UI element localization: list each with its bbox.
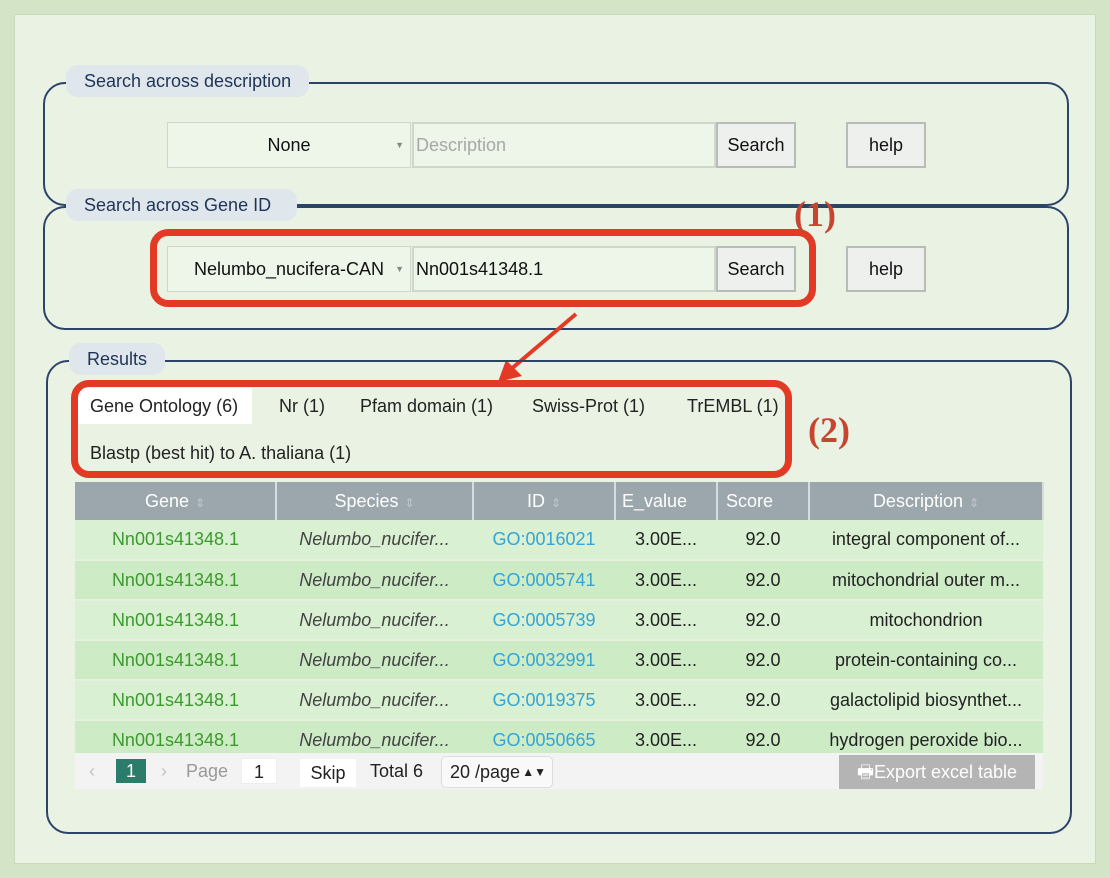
gene-id-help-button[interactable]: help [846,246,926,292]
export-label: Export excel table [873,762,1018,782]
species-cell: Nelumbo_nucifer... [276,520,473,561]
go-id-link[interactable]: GO:0019375 [473,680,615,721]
results-legend: Results [69,343,166,375]
species-cell: Nelumbo_nucifer... [276,560,473,601]
total-count: Total 6 [370,761,424,781]
skip-button[interactable]: Skip [300,759,356,787]
sort-icon: ⇕ [550,495,562,510]
column-header-species[interactable]: Species ⇕ [276,482,474,520]
updown-caret-icon: ▲▼ [522,765,546,779]
per-page-value: 20 /page [450,762,521,782]
sort-icon: ⇕ [404,495,415,510]
score-cell: 92.0 [717,600,809,641]
species-cell: Nelumbo_nucifer... [276,600,473,641]
evalue-cell: 3.00E... [615,560,717,601]
page-label: Page [186,761,229,781]
score-cell: 92.0 [717,520,809,561]
annotation-label-2: (2) [808,410,850,450]
evalue-cell: 3.00E... [615,640,717,681]
evalue-cell: 3.00E... [615,600,717,641]
column-header-id[interactable]: ID ⇕ [473,482,616,520]
description-cell: mitochondrial outer m... [809,560,1043,601]
description-field-select-value: None [267,135,311,155]
gene-link[interactable]: Nn001s41348.1 [75,560,276,601]
description-search-button[interactable]: Search [716,122,796,168]
evalue-cell: 3.00E... [615,520,717,561]
pagination-bar: ‹ 1 › Page 1 Skip Total 6 20 /page ▲▼ 🖶E… [75,753,1043,789]
go-id-link[interactable]: GO:0016021 [473,520,615,561]
gene-id-search-legend: Search across Gene ID [66,189,298,221]
gene-link[interactable]: Nn001s41348.1 [75,600,276,641]
table-row: Nn001s41348.1 Nelumbo_nucifer... GO:0019… [75,680,1043,721]
description-field-select[interactable]: None ▼ [167,122,411,168]
description-input[interactable]: Description [412,122,716,168]
highlight-box-tabs [71,380,792,478]
column-header-description[interactable]: Description ⇕ [809,482,1044,520]
table-row: Nn001s41348.1 Nelumbo_nucifer... GO:0005… [75,600,1043,641]
go-id-link[interactable]: GO:0005739 [473,600,615,641]
species-cell: Nelumbo_nucifer... [276,680,473,721]
print-icon: 🖶 [856,762,874,782]
table-header-row: Gene ⇕ Species ⇕ ID ⇕ E_value Score Descrip… [75,482,1044,520]
score-cell: 92.0 [717,640,809,681]
column-header-gene[interactable]: Gene ⇕ [75,482,277,520]
annotation-label-1: (1) [794,194,836,234]
score-cell: 92.0 [717,680,809,721]
go-id-link[interactable]: GO:0005741 [473,560,615,601]
go-id-link[interactable]: GO:0032991 [473,640,615,681]
table-row: Nn001s41348.1 Nelumbo_nucifer... GO:0005… [75,560,1043,601]
caret-down-icon: ▼ [395,140,404,150]
next-page-icon[interactable]: › [161,753,167,789]
species-cell: Nelumbo_nucifer... [276,640,473,681]
page-number-input[interactable]: 1 [241,758,277,784]
highlight-box-search [150,229,816,307]
current-page-button[interactable]: 1 [116,759,146,783]
description-cell: integral component of... [809,520,1043,561]
prev-page-icon[interactable]: ‹ [89,753,95,789]
sort-icon: ⇕ [194,495,206,510]
description-cell: galactolipid biosynthet... [809,680,1043,721]
table-row: Nn001s41348.1 Nelumbo_nucifer... GO:0032… [75,640,1043,681]
description-cell: mitochondrion [809,600,1043,641]
gene-link[interactable]: Nn001s41348.1 [75,520,276,561]
per-page-select[interactable]: 20 /page ▲▼ [441,756,553,788]
export-excel-button[interactable]: 🖶Export excel table [839,755,1035,789]
score-cell: 92.0 [717,560,809,601]
table-row: Nn001s41348.1 Nelumbo_nucifer... GO:0016… [75,520,1043,561]
column-header-evalue[interactable]: E_value [615,482,718,520]
sort-icon: ⇕ [968,495,980,510]
description-help-button[interactable]: help [846,122,926,168]
gene-link[interactable]: Nn001s41348.1 [75,680,276,721]
column-header-score[interactable]: Score [717,482,810,520]
evalue-cell: 3.00E... [615,680,717,721]
results-table: Gene ⇕ Species ⇕ ID ⇕ E_value Score Descrip… [75,482,1044,761]
gene-link[interactable]: Nn001s41348.1 [75,640,276,681]
description-search-legend: Search across description [66,65,310,97]
description-cell: protein-containing co... [809,640,1043,681]
